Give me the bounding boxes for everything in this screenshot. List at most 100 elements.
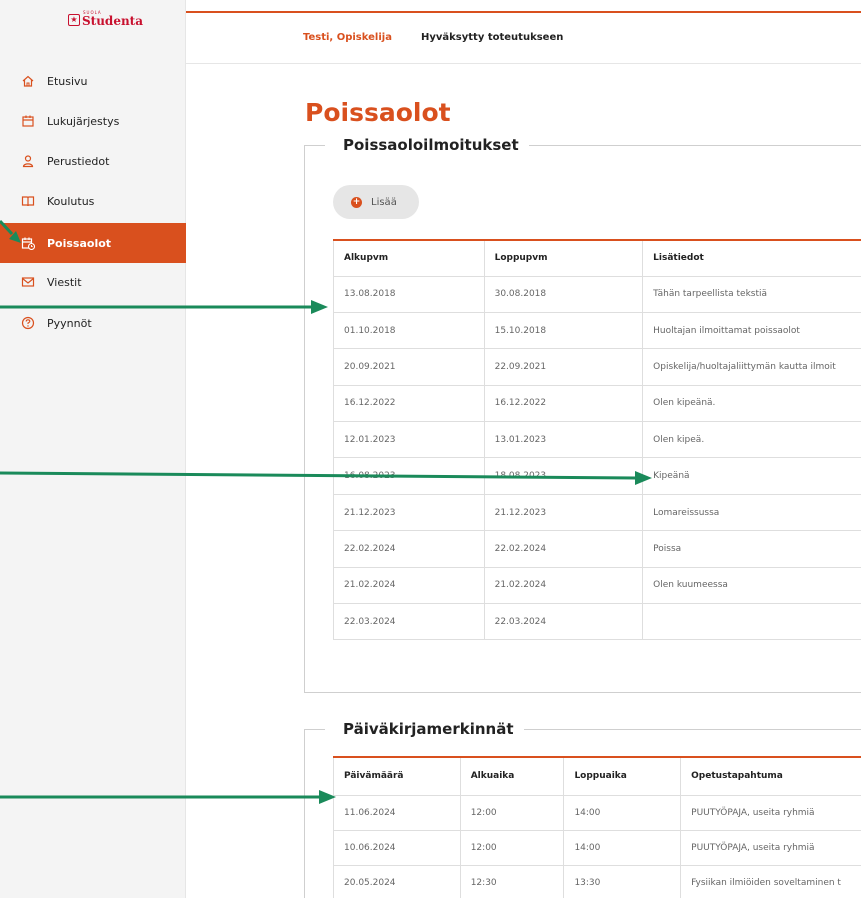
sidebar-item-label: Poissaolot: [47, 236, 112, 250]
start-date: 16.08.2023: [333, 457, 485, 495]
table-row[interactable]: 01.10.2018 15.10.2018 Huoltajan ilmoittama…: [333, 311, 861, 350]
lesson: Fysiikan ilmiöiden soveltaminen t: [680, 864, 861, 898]
sidebar-item-label: Koulutus: [47, 194, 95, 208]
column-header[interactable]: Loppupvm: [483, 240, 644, 277]
details: Opiskelija/huoltajaliittymän kautta ilmo…: [642, 348, 861, 386]
sidebar-item-koulutus[interactable]: Koulutus: [0, 181, 186, 221]
plus-icon: +: [351, 196, 362, 208]
home-icon: [21, 74, 35, 88]
end-date: 22.03.2024: [483, 603, 644, 641]
add-button-label: Lisää: [371, 196, 397, 208]
table-row[interactable]: 11.06.2024 12:00 14:00 PUUTYÖPAJA, useita r…: [333, 794, 861, 831]
sidebar-item-label: Perustiedot: [47, 154, 110, 168]
details: Poissa: [642, 530, 861, 568]
sidebar-item-label: Etusivu: [47, 74, 88, 88]
date: 11.06.2024: [333, 794, 461, 831]
sidebar-item-lukujarjestys[interactable]: Lukujärjestys: [0, 101, 186, 141]
start-time: 12:00: [459, 829, 565, 866]
table-row[interactable]: 12.01.2023 13.01.2023 Olen kipeä.: [333, 421, 861, 459]
column-header[interactable]: Loppuaika: [563, 757, 682, 796]
lesson: PUUTYÖPAJA, useita ryhmiä: [680, 794, 861, 831]
sidebar: ★ SUOLA Studenta Etusivu Lukujärjestys P…: [0, 0, 186, 898]
start-date: 01.10.2018: [333, 311, 485, 350]
table-row[interactable]: 16.12.2022 16.12.2022 Olen kipeänä.: [333, 384, 861, 423]
column-header[interactable]: Lisätiedot: [642, 240, 861, 277]
details: Olen kipeä.: [642, 421, 861, 459]
diary-legend: Päiväkirjamerkinnät: [325, 719, 524, 739]
details: Kipeänä: [642, 457, 861, 495]
table-row[interactable]: 13.08.2018 30.08.2018 Tähän tarpeellista t…: [333, 275, 861, 313]
end-time: 14:00: [563, 794, 682, 831]
logo-word: Studenta: [82, 14, 144, 28]
start-date: 13.08.2018: [333, 275, 485, 313]
column-header[interactable]: Alkuaika: [459, 757, 565, 796]
end-date: 18.08.2023: [483, 457, 644, 495]
student-name-link[interactable]: Testi, Opiskelija: [303, 32, 392, 43]
start-date: 22.03.2024: [333, 603, 485, 641]
table-row[interactable]: 22.03.2024 22.03.2024: [333, 603, 861, 641]
start-date: 21.12.2023: [333, 493, 485, 532]
end-date: 15.10.2018: [483, 311, 644, 350]
sidebar-item-etusivu[interactable]: Etusivu: [0, 61, 186, 101]
table-header-row: Alkupvm Loppupvm Lisätiedot: [333, 240, 861, 277]
absences-table: Alkupvm Loppupvm Lisätiedot 13.08.2018 30…: [333, 239, 861, 641]
details: Huoltajan ilmoittamat poissaolot: [642, 311, 861, 350]
question-icon: [21, 316, 35, 330]
start-time: 12:00: [459, 794, 565, 831]
details: [642, 603, 861, 641]
date: 20.05.2024: [333, 864, 461, 898]
status-label: Hyväksytty toteutukseen: [421, 32, 564, 43]
end-date: 13.01.2023: [483, 421, 644, 459]
sidebar-item-label: Lukujärjestys: [47, 114, 120, 128]
diary-table: Päivämäärä Alkuaika Loppuaika Opetustapa…: [333, 756, 861, 898]
sidebar-item-perustiedot[interactable]: Perustiedot: [0, 141, 186, 181]
lesson: PUUTYÖPAJA, useita ryhmiä: [680, 829, 861, 866]
column-header[interactable]: Alkupvm: [333, 240, 485, 277]
calendar-clock-icon: [21, 236, 35, 250]
end-time: 14:00: [563, 829, 682, 866]
sidebar-item-label: Viestit: [47, 275, 82, 289]
sidebar-item-pyynnot[interactable]: Pyynnöt: [0, 303, 186, 343]
table-row[interactable]: 21.02.2024 21.02.2024 Olen kuumeessa: [333, 566, 861, 605]
book-icon: [21, 194, 35, 208]
mail-icon: [21, 275, 35, 289]
details: Olen kipeänä.: [642, 384, 861, 423]
start-date: 20.09.2021: [333, 348, 485, 386]
column-header[interactable]: Päivämäärä: [333, 757, 461, 796]
column-header[interactable]: Opetustapahtuma: [680, 757, 861, 796]
calendar-icon: [21, 114, 35, 128]
start-date: 16.12.2022: [333, 384, 485, 423]
end-date: 21.12.2023: [483, 493, 644, 532]
table-row[interactable]: 20.05.2024 12:30 13:30 Fysiikan ilmiöiden s…: [333, 864, 861, 898]
table-row[interactable]: 10.06.2024 12:00 14:00 PUUTYÖPAJA, useita r…: [333, 829, 861, 866]
top-bar: Testi, Opiskelija Hyväksytty toteutuksee…: [186, 11, 861, 64]
start-date: 22.02.2024: [333, 530, 485, 568]
start-date: 12.01.2023: [333, 421, 485, 459]
end-date: 21.02.2024: [483, 566, 644, 605]
user-icon: [21, 154, 35, 168]
table-row[interactable]: 20.09.2021 22.09.2021 Opiskelija/huoltajal…: [333, 348, 861, 386]
start-date: 21.02.2024: [333, 566, 485, 605]
table-row[interactable]: 16.08.2023 18.08.2023 Kipeänä: [333, 457, 861, 495]
end-date: 30.08.2018: [483, 275, 644, 313]
details: Olen kuumeessa: [642, 566, 861, 605]
sidebar-item-poissaolot[interactable]: Poissaolot: [0, 223, 186, 263]
table-row[interactable]: 22.02.2024 22.02.2024 Poissa: [333, 530, 861, 568]
absences-legend: Poissaoloilmoitukset: [325, 135, 529, 155]
details: Tähän tarpeellista tekstiä: [642, 275, 861, 313]
end-date: 16.12.2022: [483, 384, 644, 423]
end-time: 13:30: [563, 864, 682, 898]
sidebar-item-viestit[interactable]: Viestit: [0, 262, 186, 302]
end-date: 22.02.2024: [483, 530, 644, 568]
table-header-row: Päivämäärä Alkuaika Loppuaika Opetustapa…: [333, 757, 861, 796]
date: 10.06.2024: [333, 829, 461, 866]
start-time: 12:30: [459, 864, 565, 898]
studenta-logo[interactable]: ★ SUOLA Studenta: [68, 10, 143, 32]
table-row[interactable]: 21.12.2023 21.12.2023 Lomareissussa: [333, 493, 861, 532]
add-absence-button[interactable]: + Lisää: [333, 185, 419, 219]
sidebar-item-label: Pyynnöt: [47, 316, 92, 330]
details: Lomareissussa: [642, 493, 861, 532]
end-date: 22.09.2021: [483, 348, 644, 386]
star-icon: ★: [68, 14, 80, 26]
page-title: Poissaolot: [305, 98, 451, 127]
